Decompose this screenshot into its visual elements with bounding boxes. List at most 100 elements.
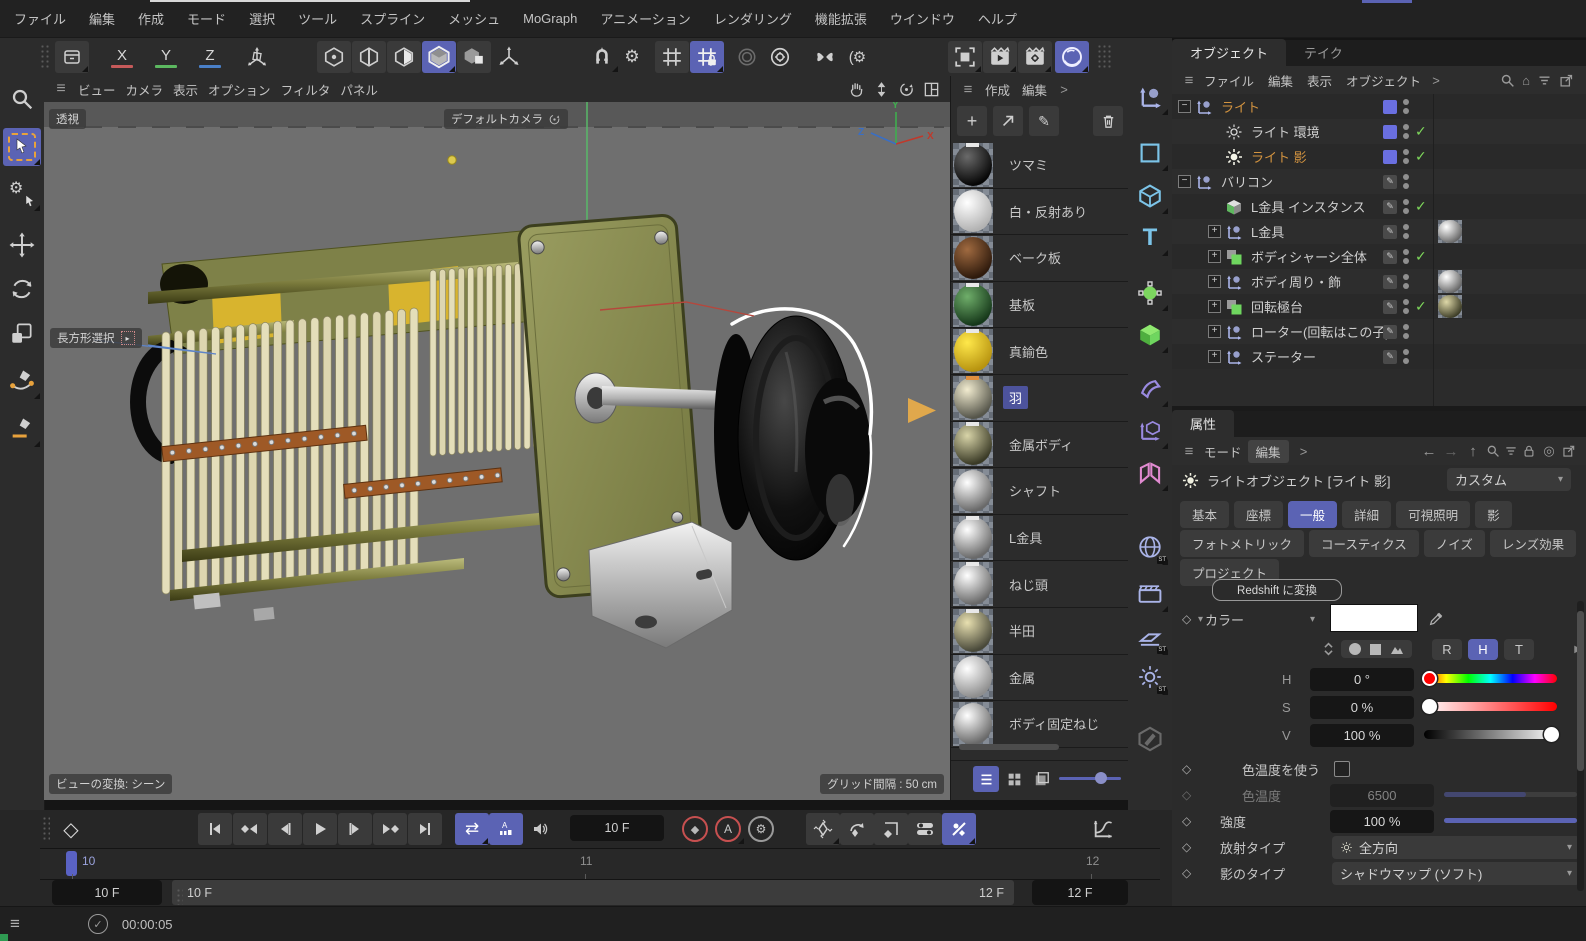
color-system-button[interactable]: T: [1504, 639, 1534, 660]
shadow-dropdown[interactable]: シャドウマップ (ソフト)▾: [1332, 862, 1580, 885]
object-tree-row[interactable]: ライト ✓: [1172, 94, 1586, 119]
mirror-tool-button[interactable]: [808, 41, 842, 73]
symmetry-button[interactable]: [1131, 454, 1169, 492]
material-name[interactable]: ベーク板: [1003, 246, 1067, 269]
square-mode-icon[interactable]: [1370, 644, 1381, 655]
material-thumbnail[interactable]: [953, 469, 993, 513]
hamburger-icon[interactable]: ≡: [52, 80, 70, 98]
material-name[interactable]: 羽: [1003, 386, 1028, 409]
menu-item[interactable]: MoGraph: [519, 9, 581, 28]
snap-settings-button[interactable]: ⚙: [615, 41, 649, 73]
goto-start-button[interactable]: [198, 813, 232, 845]
search-icon[interactable]: [1500, 73, 1515, 88]
axis-lock-button[interactable]: X: [103, 41, 141, 73]
viewport-menu-item[interactable]: フィルタ: [277, 78, 335, 101]
tweak-tool-button[interactable]: ⚙: [3, 174, 41, 212]
enabled-check[interactable]: ✓: [1415, 123, 1427, 140]
attr-tab-chip[interactable]: ノイズ: [1424, 530, 1485, 557]
null-object-button[interactable]: [1131, 78, 1169, 116]
edit-menu[interactable]: 編集: [1248, 440, 1289, 463]
viewport-menu-item[interactable]: ビュー: [74, 78, 120, 101]
attr-tab-chip[interactable]: 一般: [1288, 501, 1337, 528]
hsv-value-field[interactable]: 0 %: [1310, 696, 1414, 719]
deformer-button[interactable]: [1131, 370, 1169, 408]
material-menu-item[interactable]: 作成: [985, 80, 1010, 99]
camera-object-button[interactable]: [1131, 575, 1169, 613]
material-thumbnail[interactable]: [953, 329, 993, 373]
object-menu-item[interactable]: 編集: [1268, 71, 1293, 90]
viewport-menu-item[interactable]: オプション: [204, 78, 275, 101]
attr-tab-chip[interactable]: 座標: [1234, 501, 1283, 528]
menu-overflow-icon[interactable]: >: [1427, 73, 1445, 88]
material-thumbnail[interactable]: [953, 236, 993, 280]
grid-lock-button[interactable]: [690, 41, 724, 73]
external-window-icon[interactable]: [1559, 73, 1574, 88]
material-item[interactable]: 金属: [951, 655, 1129, 702]
sound-button[interactable]: [523, 813, 557, 845]
selection-tool-button[interactable]: [3, 128, 41, 166]
material-thumbnail[interactable]: [953, 702, 993, 746]
visibility-dots[interactable]: [1403, 174, 1409, 189]
material-item[interactable]: 基板: [951, 282, 1129, 329]
hsv-slider-track[interactable]: [1424, 702, 1557, 711]
sketch-pen-button[interactable]: [3, 410, 41, 448]
thumbnail-size-slider[interactable]: [1059, 777, 1121, 780]
hsv-value-field[interactable]: 0 °: [1310, 668, 1414, 691]
material-thumbnail[interactable]: [953, 189, 993, 233]
layer-chip[interactable]: [1383, 325, 1397, 339]
object-tree-row[interactable]: 回転極台 ✓: [1172, 294, 1586, 319]
keyframe-diamond-icon[interactable]: ◇: [1182, 840, 1196, 854]
menu-item[interactable]: モード: [183, 7, 230, 30]
material-item[interactable]: L金具: [951, 515, 1129, 562]
intensity-slider[interactable]: [1444, 818, 1577, 823]
next-key-button[interactable]: [373, 813, 407, 845]
stage-object-button[interactable]: ST: [1131, 618, 1169, 656]
visibility-dots[interactable]: [1403, 199, 1409, 214]
object-tree-row[interactable]: ライト 影 ✓: [1172, 144, 1586, 169]
visibility-dots[interactable]: [1403, 324, 1409, 339]
scale-tool-button[interactable]: [3, 314, 41, 352]
expand-toggle[interactable]: [1208, 350, 1221, 363]
material-item[interactable]: ねじ頭: [951, 561, 1129, 608]
object-name[interactable]: L金具 インスタンス: [1251, 197, 1365, 216]
visibility-dots[interactable]: [1403, 124, 1409, 139]
material-name[interactable]: L金具: [1003, 526, 1048, 549]
list-view-button[interactable]: [973, 766, 999, 792]
menu-item[interactable]: ツール: [294, 7, 341, 30]
menu-item[interactable]: 選択: [245, 7, 279, 30]
visibility-dots[interactable]: [1403, 99, 1409, 114]
lock-icon[interactable]: [1522, 444, 1536, 458]
axis-lock-button[interactable]: Y: [147, 41, 185, 73]
playhead[interactable]: [66, 851, 77, 876]
material-thumbnail[interactable]: [953, 516, 993, 560]
sky-object-button[interactable]: ST: [1131, 528, 1169, 566]
layer-chip[interactable]: [1383, 100, 1397, 114]
object-tree-row[interactable]: ステーター ✓: [1172, 344, 1586, 369]
material-thumbnail[interactable]: [953, 283, 993, 327]
up-icon[interactable]: ↑: [1464, 443, 1482, 460]
object-tree-row[interactable]: L金具 インスタンス ✓: [1172, 194, 1586, 219]
material-name[interactable]: ツマミ: [1003, 153, 1054, 176]
menu-item[interactable]: 編集: [85, 7, 119, 30]
key-parameter-button[interactable]: [908, 813, 942, 845]
material-name[interactable]: 真鍮色: [1003, 340, 1054, 363]
visibility-dots[interactable]: [1403, 249, 1409, 264]
expand-toggle[interactable]: [1178, 100, 1191, 113]
object-tree-row[interactable]: ローター(回転はこの子) ✓: [1172, 319, 1586, 344]
modeling-axis-button[interactable]: [1131, 412, 1169, 450]
material-item[interactable]: 半田: [951, 608, 1129, 655]
color-system-button[interactable]: H: [1468, 639, 1498, 660]
keyframe-diamond-icon[interactable]: ◇: [1182, 866, 1196, 880]
prev-key-button[interactable]: [233, 813, 267, 845]
spectrum-mode-icon[interactable]: [1390, 644, 1404, 655]
object-name[interactable]: バリコン: [1221, 172, 1273, 191]
target-icon[interactable]: ◎: [1540, 443, 1558, 459]
goto-end-button[interactable]: [408, 813, 442, 845]
material-node-button[interactable]: [1131, 720, 1169, 758]
object-name[interactable]: ローター(回転はこの子): [1251, 322, 1390, 341]
toolbar-grip[interactable]: [40, 44, 49, 70]
viewport-menu-item[interactable]: パネル: [336, 78, 382, 101]
attr-tab-chip[interactable]: レンズ効果: [1490, 530, 1576, 557]
hamburger-icon[interactable]: ≡: [959, 81, 977, 98]
object-tree-row[interactable]: ボディシャーシ全体 ✓: [1172, 244, 1586, 269]
